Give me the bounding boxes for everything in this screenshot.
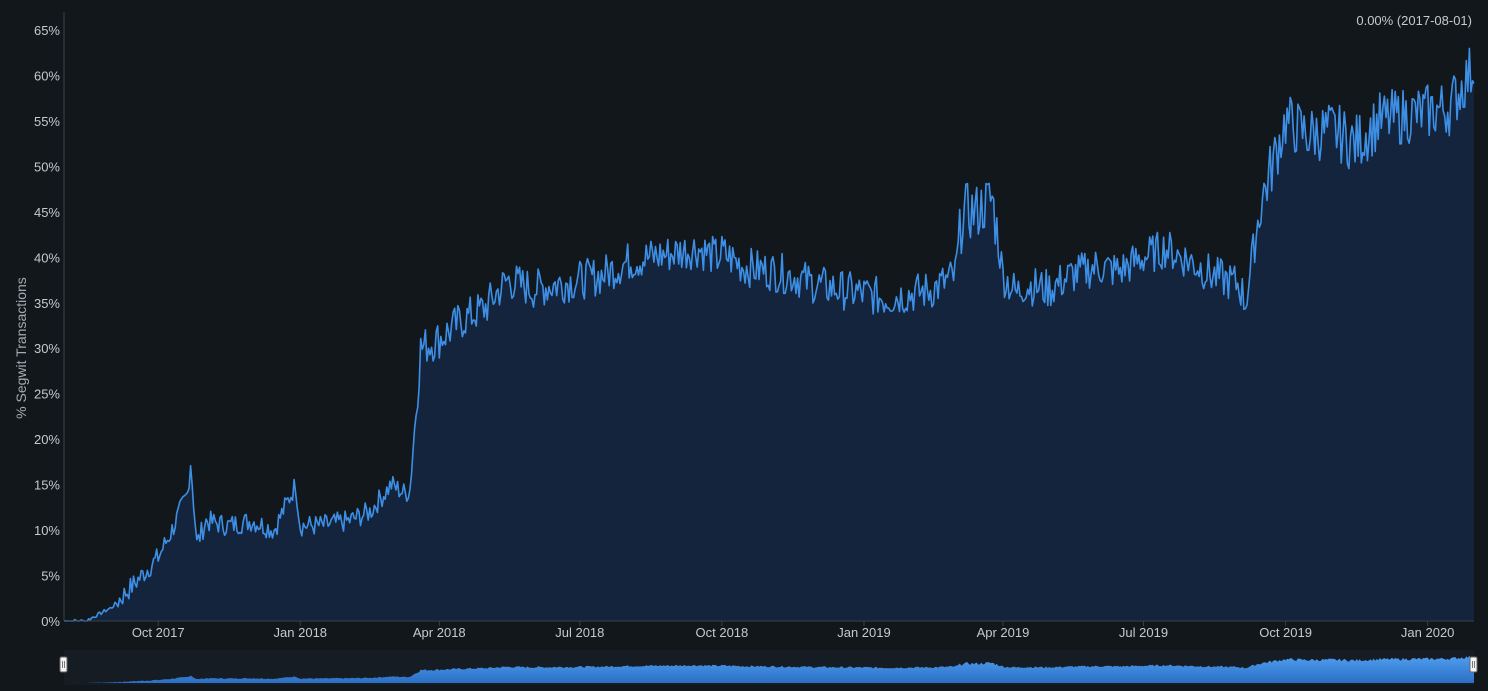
x-tick-label: Apr 2019 — [977, 625, 1030, 640]
x-tick-label: Jul 2019 — [1119, 625, 1168, 640]
y-tick-label: 40% — [34, 250, 60, 265]
y-tick-label: 65% — [34, 23, 60, 38]
y-tick-label: 50% — [34, 159, 60, 174]
x-tick-label: Oct 2019 — [1259, 625, 1312, 640]
x-tick-label: Apr 2018 — [413, 625, 466, 640]
x-tick-label: Jan 2020 — [1401, 625, 1455, 640]
segwit-chart: 0% 5% 10% 15% 20% 25% 30% 35% 40% 45% 50% 55% 60% 65%… — [0, 0, 1488, 691]
x-tick-label: Oct 2017 — [132, 625, 185, 640]
hover-info-label: 0.00% (2017-08-01) — [1356, 13, 1472, 28]
range-navigator[interactable] — [59, 650, 1478, 685]
chart-canvas: 0% 5% 10% 15% 20% 25% 30% 35% 40% 45% 50% 55% 60% 65%… — [13, 12, 1478, 685]
y-tick-label: 60% — [34, 68, 60, 83]
x-tick-label: Oct 2018 — [696, 625, 749, 640]
navigator-left-handle[interactable] — [59, 656, 68, 673]
x-tick-label: Jan 2018 — [274, 625, 328, 640]
y-tick-label: 55% — [34, 114, 60, 129]
y-axis-title: % Segwit Transactions — [13, 277, 29, 419]
navigator-right-handle[interactable] — [1469, 656, 1478, 673]
y-tick-label: 35% — [34, 296, 60, 311]
y-tick-label: 10% — [34, 523, 60, 538]
series-area-fill — [64, 48, 1474, 621]
x-tick-label: Jul 2018 — [555, 625, 604, 640]
y-axis-ticks: 0% 5% 10% 15% 20% 25% 30% 35% 40% 45% 50% 55% 60% 65% — [34, 23, 60, 629]
y-tick-label: 30% — [34, 341, 60, 356]
x-axis-ticks: Oct 2017 Jan 2018 Apr 2018 Jul 2018 Oct 2018… — [132, 621, 1455, 640]
x-tick-label: Jan 2019 — [837, 625, 891, 640]
y-tick-label: 15% — [34, 478, 60, 493]
chart-area-group — [64, 48, 1474, 621]
y-tick-label: 5% — [41, 569, 60, 584]
y-tick-label: 45% — [34, 205, 60, 220]
y-tick-label: 25% — [34, 387, 60, 402]
y-tick-label: 20% — [34, 432, 60, 447]
y-tick-label: 0% — [41, 614, 60, 629]
